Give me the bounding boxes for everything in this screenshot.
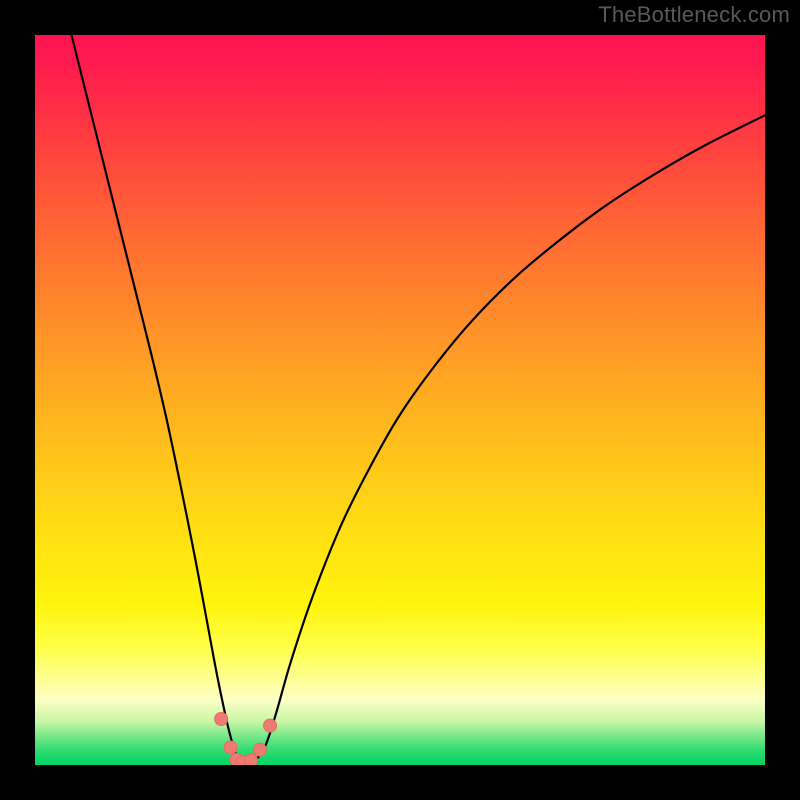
bottleneck-curve xyxy=(72,35,766,764)
chart-frame: TheBottleneck.com xyxy=(0,0,800,800)
curve-marker xyxy=(215,713,228,726)
curve-marker xyxy=(224,741,237,754)
watermark-text: TheBottleneck.com xyxy=(598,2,790,28)
curve-marker xyxy=(264,719,277,732)
curve-marker xyxy=(245,754,258,765)
bottleneck-curve-svg xyxy=(35,35,765,765)
curve-marker xyxy=(253,743,266,756)
